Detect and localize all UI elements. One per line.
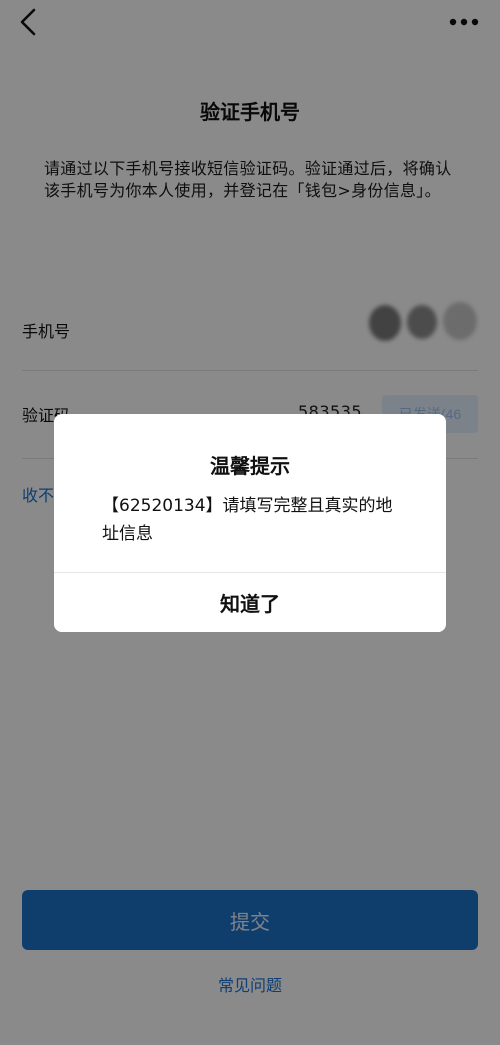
dialog-ok-button[interactable]: 知道了 (54, 573, 446, 632)
dialog-message: 【62520134】请填写完整且真实的地址信息 (102, 496, 393, 544)
alert-dialog: 温馨提示 【62520134】请填写完整且真实的地址信息 知道了 (54, 414, 446, 632)
dialog-title: 温馨提示 (210, 454, 290, 478)
